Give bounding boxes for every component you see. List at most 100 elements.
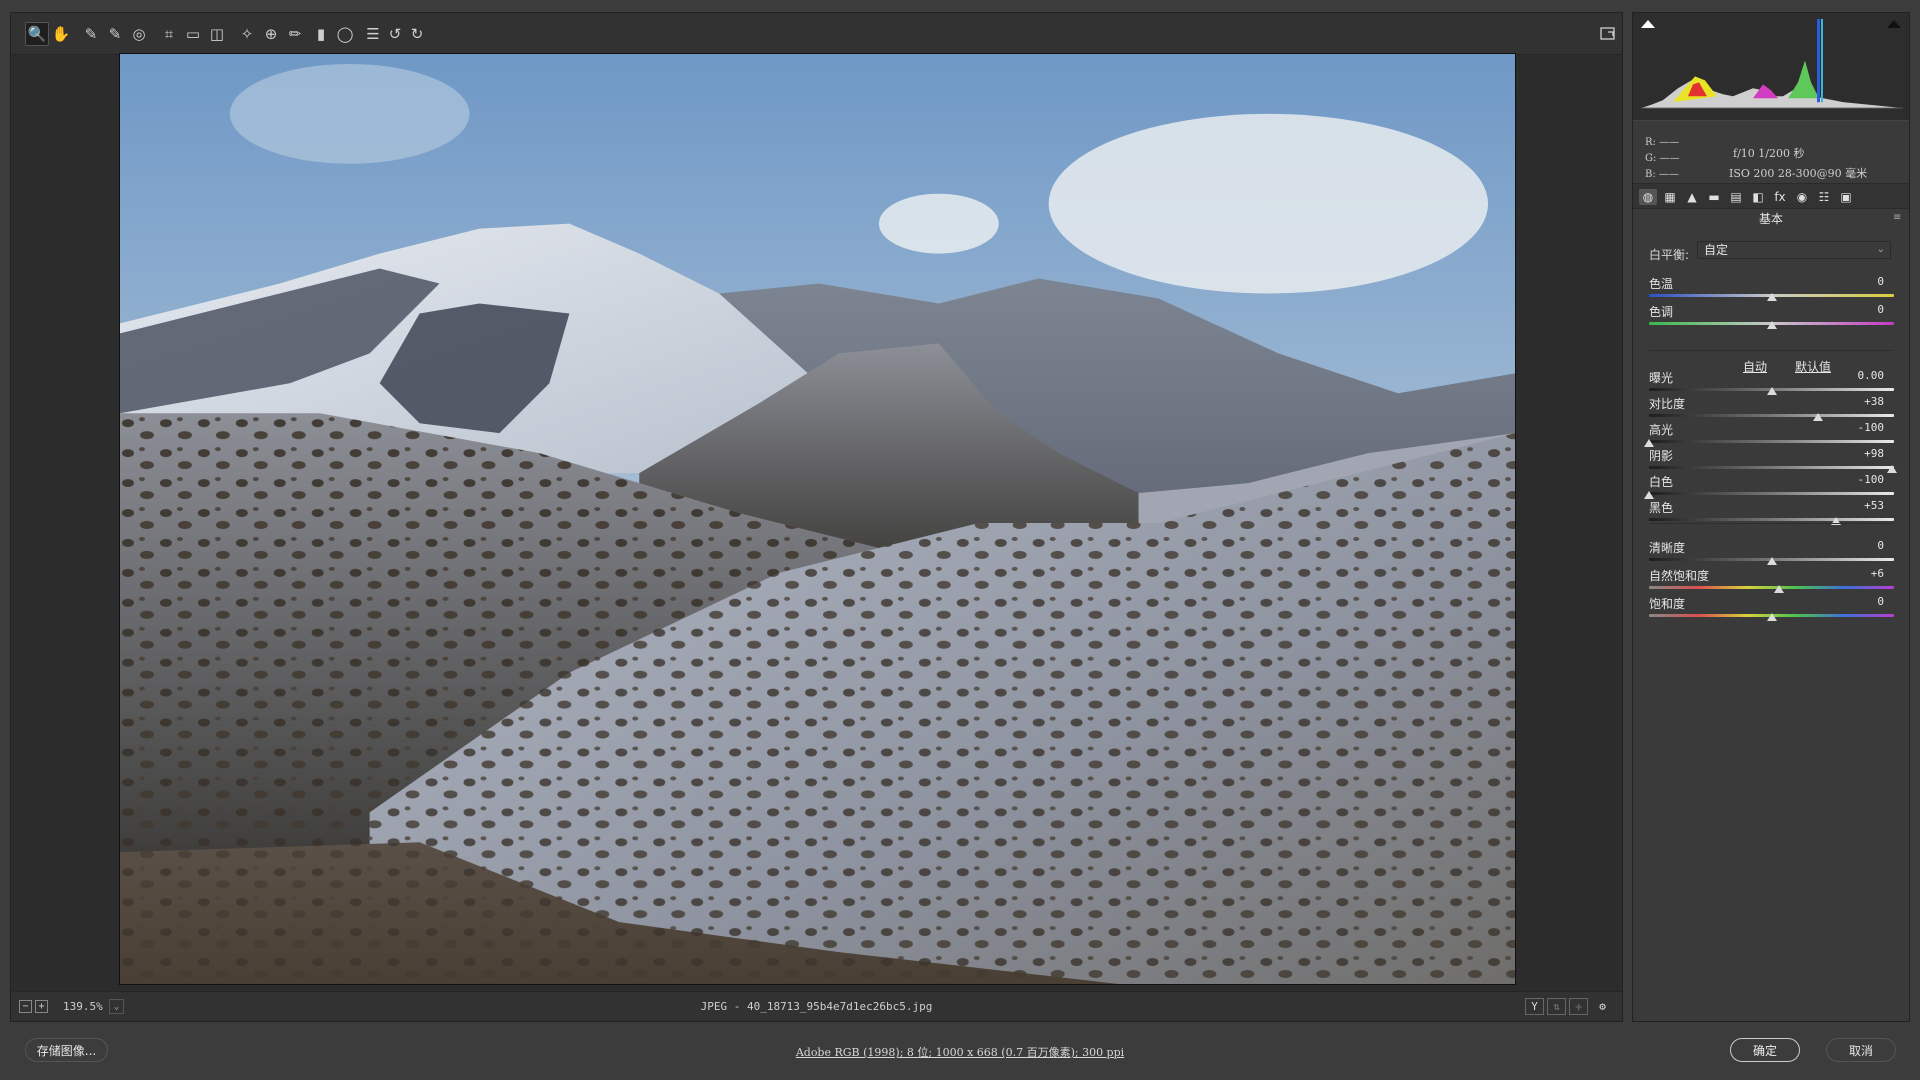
file-info: JPEG - 40_18713_95b4e7d1ec26bc5.jpg — [700, 1000, 933, 1013]
slider-thumb[interactable] — [1644, 439, 1654, 447]
slider-value-field[interactable]: +53 — [1834, 499, 1884, 512]
slider-track[interactable] — [1649, 518, 1894, 521]
crop-icon[interactable]: ⌗ — [157, 22, 181, 46]
highlight-clipping-icon[interactable] — [1887, 17, 1901, 28]
slider-row: 阴影 +98 — [1649, 447, 1897, 473]
slider-label: 白色 — [1649, 475, 1674, 489]
ok-button[interactable]: 确定 — [1730, 1038, 1800, 1062]
bottom-bar: 存储图像... Adobe RGB (1998); 8 位; 1000 x 66… — [0, 1030, 1920, 1080]
hand-icon[interactable]: ✋ — [49, 22, 73, 46]
hsl-tab-icon[interactable]: ▬ — [1705, 189, 1723, 205]
slider-value-field[interactable]: 0 — [1834, 275, 1884, 288]
shadow-clipping-icon[interactable] — [1641, 17, 1655, 28]
slider-track[interactable] — [1649, 586, 1894, 589]
slider-row: 对比度 +38 — [1649, 395, 1894, 421]
tone-curve-tab-icon[interactable]: ▦ — [1661, 189, 1679, 205]
slider-value-field[interactable]: -100 — [1834, 473, 1885, 486]
view-mode-button[interactable]: Y — [1525, 998, 1544, 1015]
view-settings-icon[interactable]: ⚙ — [1593, 998, 1612, 1015]
before-after-button[interactable]: ⇅ — [1547, 998, 1566, 1015]
divider — [1649, 523, 1894, 524]
white-balance-value: 自定 — [1704, 243, 1729, 257]
effects-tab-icon[interactable]: fx — [1771, 189, 1789, 205]
slider-row: 黑色 +53 — [1649, 499, 1894, 525]
slider-track[interactable] — [1649, 440, 1894, 443]
slider-value-field[interactable]: 0.00 — [1834, 369, 1885, 382]
white-balance-select[interactable]: 自定 ⌄ — [1697, 241, 1891, 259]
presets-tab-icon[interactable]: ☷ — [1815, 189, 1833, 205]
fullscreen-icon[interactable] — [1596, 22, 1620, 46]
graduated-filter-icon[interactable]: ▮ — [309, 22, 333, 46]
slider-row: 清晰度 0 — [1649, 539, 1894, 565]
panel-title: 基本 — [1633, 210, 1909, 228]
slider-label: 曝光 — [1649, 371, 1674, 385]
slider-track[interactable] — [1649, 466, 1894, 469]
detail-tab-icon[interactable]: ▲ — [1683, 189, 1701, 205]
slider-row: 饱和度 0 — [1649, 595, 1894, 621]
divider — [1649, 350, 1894, 351]
chevron-down-icon: ⌄ — [1876, 244, 1885, 255]
histogram — [1633, 13, 1909, 121]
slider-value-field[interactable]: -100 — [1834, 421, 1885, 434]
slider-row: 色调 0 — [1649, 303, 1894, 329]
slider-thumb[interactable] — [1766, 613, 1777, 621]
slider-label: 色温 — [1649, 277, 1674, 291]
slider-thumb[interactable] — [1886, 465, 1897, 473]
rotate-cw-icon[interactable]: ↻ — [405, 22, 429, 46]
exif-aperture-shutter: f/10 1/200 秒 — [1733, 147, 1805, 160]
panel-menu-icon[interactable]: ≡ — [1893, 213, 1903, 223]
brush-icon[interactable]: ✏ — [283, 22, 307, 46]
workflow-options-link[interactable]: Adobe RGB (1998); 8 位; 1000 x 668 (0.7 百… — [0, 1044, 1920, 1060]
slider-label: 黑色 — [1649, 501, 1674, 515]
white-balance-label: 白平衡: — [1649, 248, 1690, 262]
slider-track[interactable] — [1649, 492, 1894, 495]
slider-thumb[interactable] — [1644, 491, 1654, 499]
adjustment-panel: R: —— G: —— B: —— f/10 1/200 秒 ISO 200 2… — [1632, 12, 1910, 1022]
transform-icon[interactable]: ◫ — [205, 22, 229, 46]
slider-thumb[interactable] — [1766, 321, 1777, 329]
slider-label: 饱和度 — [1649, 597, 1686, 611]
slider-value-field[interactable]: +98 — [1834, 447, 1884, 460]
slider-label: 高光 — [1649, 423, 1674, 437]
target-icon[interactable]: ◎ — [127, 22, 151, 46]
slider-row: 色温 0 — [1649, 275, 1894, 301]
eyedropper-icon[interactable]: ✎ — [79, 22, 103, 46]
swap-button[interactable]: ✛ — [1569, 998, 1588, 1015]
basic-tab-icon[interactable]: ◍ — [1639, 189, 1657, 205]
image-preview[interactable] — [119, 53, 1516, 985]
slider-thumb[interactable] — [1813, 413, 1824, 421]
slider-thumb[interactable] — [1766, 293, 1777, 301]
red-eye-icon[interactable]: ⊕ — [259, 22, 283, 46]
snapshots-tab-icon[interactable]: ▣ — [1837, 189, 1855, 205]
image-metadata: R: —— G: —— B: —— f/10 1/200 秒 ISO 200 2… — [1633, 123, 1909, 185]
cancel-button[interactable]: 取消 — [1826, 1038, 1896, 1062]
slider-value-field[interactable]: 0 — [1834, 303, 1884, 316]
slider-label: 阴影 — [1649, 449, 1674, 463]
slider-value-field[interactable]: 0 — [1834, 539, 1884, 552]
ruler-icon[interactable]: ▭ — [181, 22, 205, 46]
exif-iso-lens: ISO 200 28-300@90 毫米 — [1729, 167, 1868, 180]
landscape-photo — [120, 54, 1515, 984]
slider-thumb[interactable] — [1766, 557, 1777, 565]
slider-label: 清晰度 — [1649, 541, 1686, 555]
slider-value-field[interactable]: +38 — [1834, 395, 1884, 408]
radial-filter-icon[interactable]: ◯ — [333, 22, 357, 46]
rgb-readout-g: G: —— — [1645, 153, 1680, 164]
list-icon[interactable]: ☰ — [361, 22, 385, 46]
rotate-ccw-icon[interactable]: ↺ — [383, 22, 407, 46]
slider-thumb[interactable] — [1766, 387, 1777, 395]
tool-bar: 🔍 ✋ ✎ ✎ ◎ ⌗ ▭ ◫ ✧ ⊕ ✏ ▮ ◯ ☰ ↺ ↻ — [11, 13, 1622, 55]
spot-removal-icon[interactable]: ✧ — [235, 22, 259, 46]
slider-track[interactable] — [1649, 414, 1894, 417]
slider-value-field[interactable]: 0 — [1834, 595, 1884, 608]
color-sampler-icon[interactable]: ✎ — [103, 22, 127, 46]
magnifier-icon[interactable]: 🔍 — [25, 22, 49, 46]
slider-thumb[interactable] — [1773, 585, 1784, 593]
slider-label: 色调 — [1649, 305, 1674, 319]
slider-value-field[interactable]: +6 — [1834, 567, 1884, 580]
slider-label: 对比度 — [1649, 397, 1686, 411]
camera-calibration-tab-icon[interactable]: ◉ — [1793, 189, 1811, 205]
slider-row: 自然饱和度 +6 — [1649, 567, 1894, 593]
lens-corrections-tab-icon[interactable]: ◧ — [1749, 189, 1767, 205]
split-toning-tab-icon[interactable]: ▤ — [1727, 189, 1745, 205]
